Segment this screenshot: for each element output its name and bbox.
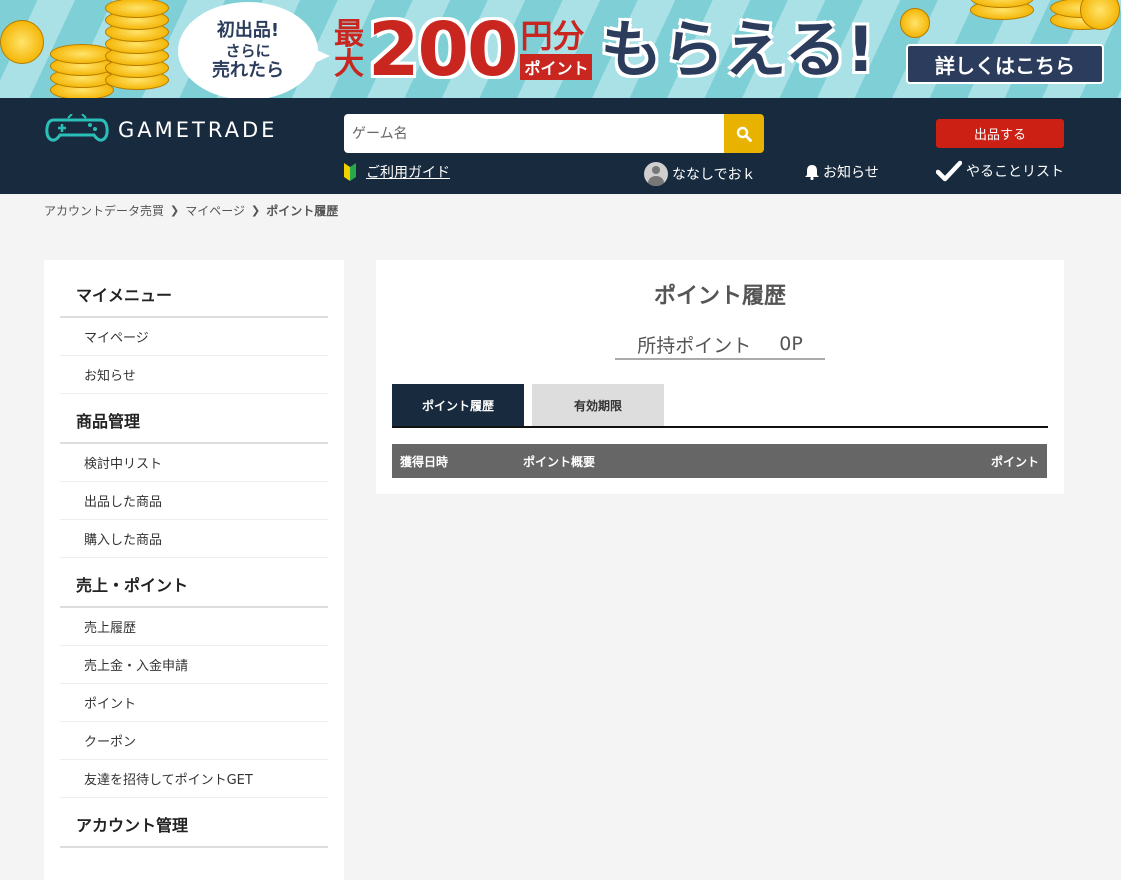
column-header-summary: ポイント概要 bbox=[523, 454, 596, 469]
sidebar-item-sales-history[interactable]: 売上履歴 bbox=[60, 608, 328, 646]
chevron-right-icon: ❯ bbox=[251, 204, 261, 217]
column-header-points: ポイント bbox=[990, 454, 1039, 469]
bubble-line-2: さらに bbox=[225, 42, 271, 60]
promo-saidai: 最 大 bbox=[334, 20, 364, 80]
promo-amount: 200 bbox=[368, 7, 518, 93]
points-table-header: 獲得日時 ポイント概要 ポイント bbox=[392, 444, 1047, 478]
sidebar-section-account: アカウント管理 bbox=[60, 798, 328, 848]
chevron-right-icon: ❯ bbox=[170, 204, 180, 217]
tab-expiration[interactable]: 有効期限 bbox=[532, 384, 664, 426]
points-balance: 所持ポイント 0P bbox=[615, 330, 825, 360]
promo-headline: 最 大 200 円分 ポイント もらえる! bbox=[334, 10, 875, 90]
sidebar-item-purchased[interactable]: 購入した商品 bbox=[60, 520, 328, 558]
search-icon bbox=[736, 126, 752, 142]
sidebar-section-sales: 売上・ポイント bbox=[60, 558, 328, 608]
site-header: GAMETRADE ご利用ガイド 出品する ななしでおｋ お知らせ bbox=[0, 98, 1121, 194]
sidebar: マイメニュー マイページ お知らせ 商品管理 検討中リスト 出品した商品 購入し… bbox=[44, 260, 344, 880]
bubble-line-3: 売れたら bbox=[212, 60, 284, 81]
sell-button[interactable]: 出品する bbox=[936, 119, 1064, 148]
breadcrumb-item-current: ポイント履歴 bbox=[266, 204, 339, 218]
sidebar-item-payout[interactable]: 売上金・入金申請 bbox=[60, 646, 328, 684]
page-title: ポイント履歴 bbox=[653, 284, 786, 309]
beginner-mark-icon bbox=[344, 163, 356, 181]
checkmark-icon bbox=[936, 160, 962, 182]
sidebar-item-invite[interactable]: 友達を招待してポイントGET bbox=[60, 760, 328, 798]
guide-link[interactable]: ご利用ガイド bbox=[344, 162, 450, 182]
todo-label: やることリスト bbox=[966, 164, 1064, 180]
sidebar-section-mymenu: マイメニュー bbox=[60, 260, 328, 318]
sidebar-item-coupons[interactable]: クーポン bbox=[60, 722, 328, 760]
sidebar-item-wishlist[interactable]: 検討中リスト bbox=[60, 444, 328, 482]
promo-saidai-2: 大 bbox=[334, 47, 364, 82]
points-tabs: ポイント履歴 有効期限 bbox=[392, 384, 1048, 428]
sidebar-item-listed[interactable]: 出品した商品 bbox=[60, 482, 328, 520]
sidebar-section-products: 商品管理 bbox=[60, 394, 328, 444]
site-logo[interactable]: GAMETRADE bbox=[44, 114, 277, 146]
points-history-panel: ポイント履歴 所持ポイント 0P ポイント履歴 有効期限 獲得日時 ポイント概要… bbox=[376, 260, 1064, 494]
user-menu[interactable]: ななしでおｋ bbox=[644, 162, 756, 186]
notice-link[interactable]: お知らせ bbox=[805, 162, 879, 182]
search-bar bbox=[344, 114, 764, 153]
gamepad-logo-icon bbox=[45, 114, 109, 142]
sidebar-item-points[interactable]: ポイント bbox=[60, 684, 328, 722]
breadcrumb-item-mypage[interactable]: マイページ bbox=[185, 202, 245, 219]
promo-detail-button[interactable]: 詳しくはこちら bbox=[906, 44, 1104, 84]
points-label: 所持ポイント bbox=[637, 334, 752, 357]
coin-stack-left bbox=[0, 0, 180, 98]
avatar-icon bbox=[644, 162, 668, 186]
bubble-line-1: 初出品! bbox=[216, 20, 280, 42]
bell-icon bbox=[805, 165, 819, 180]
breadcrumb-item-home[interactable]: アカウントデータ売買 bbox=[44, 202, 164, 219]
promo-banner[interactable]: 初出品! さらに 売れたら 最 大 200 円分 ポイント もらえる! 詳しくは… bbox=[0, 0, 1121, 98]
bubble-tail bbox=[308, 46, 330, 66]
points-value: 0P bbox=[779, 333, 803, 355]
breadcrumb: アカウントデータ売買 ❯ マイページ ❯ ポイント履歴 bbox=[44, 202, 338, 219]
search-input[interactable] bbox=[344, 114, 724, 153]
promo-morau: もらえる! bbox=[600, 13, 875, 86]
todo-link[interactable]: やることリスト bbox=[936, 160, 1064, 182]
tab-points-history[interactable]: ポイント履歴 bbox=[392, 384, 524, 426]
promo-bubble: 初出品! さらに 売れたら bbox=[178, 2, 318, 98]
guide-label: ご利用ガイド bbox=[366, 165, 450, 181]
sidebar-item-notices[interactable]: お知らせ bbox=[60, 356, 328, 394]
promo-unit: 円分 ポイント bbox=[520, 17, 593, 80]
search-button[interactable] bbox=[724, 114, 764, 153]
promo-yen: 円分 bbox=[520, 17, 585, 55]
notice-label: お知らせ bbox=[823, 165, 879, 181]
logo-text: GAMETRADE bbox=[118, 118, 278, 142]
promo-saidai-1: 最 bbox=[334, 17, 364, 52]
promo-point-label: ポイント bbox=[520, 54, 593, 80]
sidebar-item-mypage[interactable]: マイページ bbox=[60, 318, 328, 356]
user-name: ななしでおｋ bbox=[672, 167, 756, 183]
column-header-date: 獲得日時 bbox=[400, 454, 449, 469]
